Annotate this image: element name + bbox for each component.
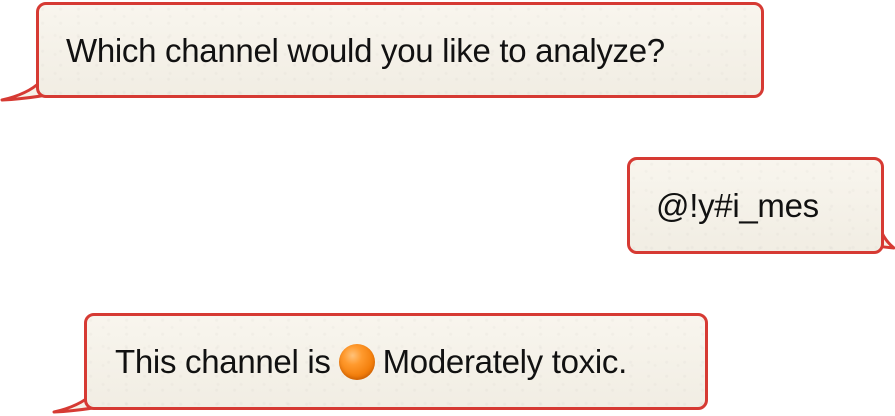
message-text-prefix: This channel is bbox=[115, 343, 331, 380]
bot-message-result: This channel is Moderately toxic. bbox=[84, 313, 708, 410]
message-text: Which channel would you like to analyze? bbox=[66, 31, 665, 69]
message-text: @!y#i_mes bbox=[656, 187, 819, 224]
orange-circle-icon bbox=[338, 343, 375, 380]
toxicity-status-text: Moderately toxic. bbox=[382, 343, 628, 380]
user-message-channel: @!y#i_mes bbox=[627, 157, 884, 254]
bot-message-question: Which channel would you like to analyze? bbox=[36, 2, 764, 98]
